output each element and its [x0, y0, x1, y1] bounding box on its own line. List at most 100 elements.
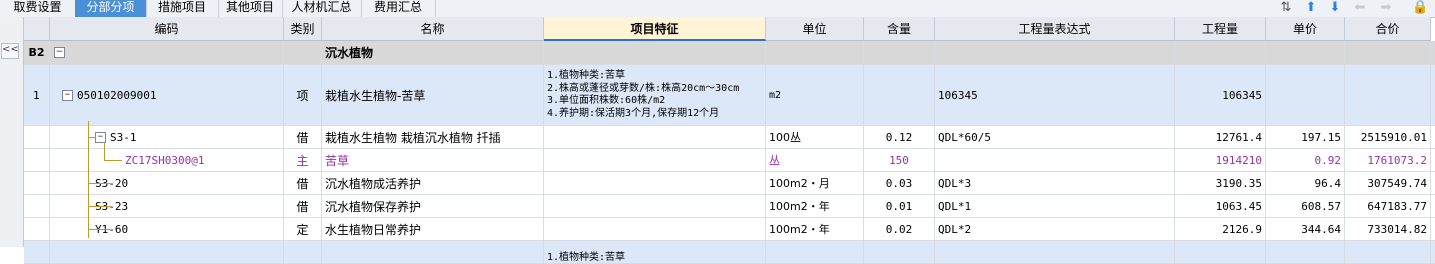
row-type: 借 [284, 195, 322, 217]
row-type: 借 [284, 126, 322, 148]
section-code-cell: − [50, 41, 284, 64]
row-feature [544, 195, 766, 217]
row-price: 96.4 [1266, 172, 1345, 194]
row-name [322, 241, 544, 263]
header-col-feature[interactable]: 项目特征 [544, 17, 766, 41]
col-content [864, 41, 935, 64]
row-expr: QDL*3 [935, 172, 1175, 194]
section-index: B2 [24, 41, 50, 64]
col-expr [935, 41, 1175, 64]
detail-row[interactable]: − S3-1 借栽植水生植物 栽植沉水植物 扦插 100丛 0.12 QDL*60/5 12… [24, 126, 1435, 149]
row-code-cell: − S3-1 [50, 126, 284, 148]
col-total [1345, 41, 1431, 64]
item-code: 050102009001 [77, 88, 157, 102]
row-code: S3-1 [110, 130, 137, 144]
col-feature [544, 41, 766, 64]
row-total: 733014.82 [1345, 218, 1431, 240]
collapse-panel-button[interactable]: << [1, 43, 19, 59]
header-col-content[interactable]: 含量 [864, 17, 935, 41]
header-col-index[interactable] [24, 17, 50, 41]
item-expr: 106345 [935, 65, 1175, 125]
lock-icon[interactable]: 🔒 [1412, 0, 1428, 16]
arrow-left-icon[interactable]: ⬅ [1352, 0, 1368, 16]
col-expr [935, 241, 1175, 263]
partial-item-row[interactable]: 1.植物种类:苦草 [24, 241, 1435, 264]
row-expr: QDL*2 [935, 218, 1175, 240]
row-index [24, 172, 50, 194]
item-collapse-toggle[interactable]: − [62, 89, 73, 101]
row-collapse-toggle[interactable]: − [95, 131, 106, 143]
row-qty: 3190.35 [1175, 172, 1266, 194]
arrow-up-icon[interactable]: ⬆ [1303, 0, 1319, 16]
item-index: 1 [24, 65, 50, 125]
section-collapse-toggle[interactable]: − [54, 47, 65, 58]
header-col-expr[interactable]: 工程量表达式 [935, 17, 1175, 41]
row-price: 197.15 [1266, 126, 1345, 148]
col-price [1266, 41, 1345, 64]
tab-1[interactable]: 分部分项 [75, 0, 147, 17]
tree-connector [88, 121, 89, 238]
detail-row[interactable]: Y1-60 定水生植物日常养护 100m2・年 0.02 QDL*2 2126.9 344.… [24, 218, 1435, 241]
row-content: 0.01 [864, 195, 935, 217]
row-unit: 丛 [766, 149, 864, 171]
tree-connector [104, 143, 105, 160]
col-qty [1175, 41, 1266, 64]
header-col-name[interactable]: 名称 [322, 17, 544, 41]
item-name: 栽植水生植物-苦草 [322, 65, 544, 125]
header-col-code[interactable]: 编码 [50, 17, 284, 41]
tab-3[interactable]: 其他项目 [218, 0, 283, 17]
tab-bar: 取费设置 分部分项 措施项目 其他项目 人材机汇总 费用汇总 ⇅ ⬆ ⬇ ⬅ ➡ 🔒 [0, 0, 1435, 18]
row-total: 307549.74 [1345, 172, 1431, 194]
header-col-price[interactable]: 单价 [1266, 17, 1345, 41]
row-expr: QDL*60/5 [935, 126, 1175, 148]
row-qty: 1914210 [1175, 149, 1266, 171]
row-index [24, 218, 50, 240]
row-index [24, 149, 50, 171]
tab-0[interactable]: 取费设置 [0, 0, 76, 17]
row-index [24, 126, 50, 148]
item-qty: 106345 [1175, 65, 1266, 125]
row-code-cell [50, 241, 284, 263]
row-expr [935, 149, 1175, 171]
item-row[interactable]: 1−050102009001 项栽植水生植物-苦草 1.植物种类:苦草 2.株高或蓬径… [24, 65, 1435, 126]
detail-row[interactable]: S3-23 借沉水植物保存养护 100m2・年 0.01 QDL*1 1063.45 608… [24, 195, 1435, 218]
col-unit [766, 241, 864, 263]
sort-icon[interactable]: ⇅ [1278, 0, 1294, 16]
section-row[interactable]: B2− 沉水植物 [24, 41, 1435, 65]
feature-line: 1.植物种类:苦草 [547, 70, 626, 81]
row-name: 沉水植物保存养护 [322, 195, 544, 217]
tab-5[interactable]: 费用汇总 [361, 0, 436, 17]
row-total: 647183.77 [1345, 195, 1431, 217]
row-price: 608.57 [1266, 195, 1345, 217]
item-type: 项 [284, 65, 322, 125]
row-type: 借 [284, 172, 322, 194]
tab-4[interactable]: 人材机汇总 [282, 0, 362, 17]
arrow-right-icon[interactable]: ➡ [1378, 0, 1394, 16]
row-feature [544, 149, 766, 171]
left-panel-strip: << [0, 17, 24, 247]
detail-row[interactable]: ZC17SH0300@1 主苦草 丛 150 1914210 0.92 1761073.2 [24, 149, 1435, 172]
row-index [24, 195, 50, 217]
row-code-cell: Y1-60 [50, 218, 284, 240]
arrow-down-icon[interactable]: ⬇ [1327, 0, 1343, 16]
row-content: 150 [864, 149, 935, 171]
header-col-unit[interactable]: 单位 [766, 17, 864, 41]
col-qty [1175, 241, 1266, 263]
header-col-type[interactable]: 类别 [284, 17, 322, 41]
section-name: 沉水植物 [322, 41, 544, 64]
row-code-cell: S3-23 [50, 195, 284, 217]
row-code: ZC17SH0300@1 [125, 153, 205, 167]
row-content: 0.12 [864, 126, 935, 148]
row-unit: 100m2・年 [766, 218, 864, 240]
detail-row[interactable]: S3-20 借沉水植物成活养护 100m2・月 0.03 QDL*3 3190.35 96.… [24, 172, 1435, 195]
row-total: 2515910.01 [1345, 126, 1431, 148]
tab-2[interactable]: 措施项目 [146, 0, 219, 17]
row-qty: 1063.45 [1175, 195, 1266, 217]
row-unit: 100m2・月 [766, 172, 864, 194]
row-name: 栽植水生植物 栽植沉水植物 扦插 [322, 126, 544, 148]
header-col-total[interactable]: 合价 [1345, 17, 1431, 41]
header-col-qty[interactable]: 工程量 [1175, 17, 1266, 41]
item-unit: m2 [766, 65, 864, 125]
row-price: 344.64 [1266, 218, 1345, 240]
row-code-cell: ZC17SH0300@1 [50, 149, 284, 171]
